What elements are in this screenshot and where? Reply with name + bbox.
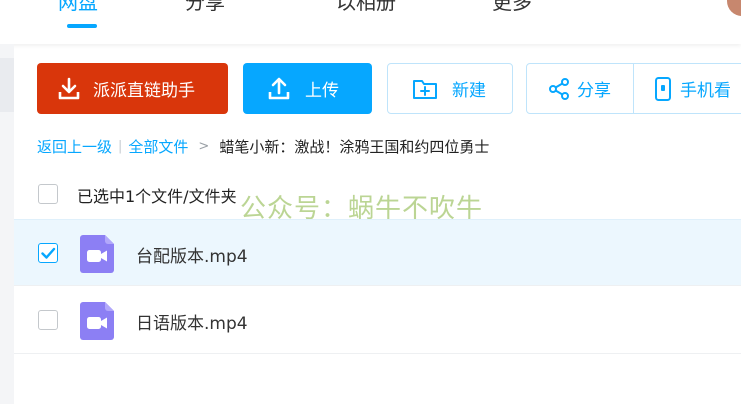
chevron-right-icon: > xyxy=(198,138,210,154)
file-name[interactable]: 日语版本.mp4 xyxy=(136,309,248,334)
file-row[interactable]: 日语版本.mp4 xyxy=(14,287,741,354)
new-folder-button[interactable]: 新建 xyxy=(387,63,513,114)
video-file-icon xyxy=(80,302,114,340)
paipai-direct-link-button[interactable]: 派派直链助手 xyxy=(37,63,228,114)
file-checkbox[interactable] xyxy=(38,310,58,330)
video-file-icon xyxy=(80,235,114,273)
share-icon xyxy=(549,77,569,100)
breadcrumb: 返回上一级 | 全部文件 > 蜡笔小新：激战！涂鸦王国和约四位勇士 xyxy=(37,135,489,157)
select-all-checkbox[interactable] xyxy=(38,184,58,204)
file-checkbox[interactable] xyxy=(38,243,58,263)
sidebar-selected-item[interactable] xyxy=(0,58,14,112)
upload-button[interactable]: 上传 xyxy=(243,63,372,114)
phone-view-button[interactable]: 手机看 xyxy=(633,64,741,113)
all-files-link[interactable]: 全部文件 xyxy=(128,136,188,157)
file-name[interactable]: 台配版本.mp4 xyxy=(136,242,248,267)
active-tab-indicator xyxy=(67,24,97,28)
file-row[interactable]: 台配版本.mp4 xyxy=(14,219,741,286)
checkmark-icon xyxy=(41,247,56,259)
upload-icon xyxy=(268,77,290,99)
sidebar-rail xyxy=(0,44,14,404)
phone-icon xyxy=(655,76,671,101)
tab-more[interactable]: 更多 xyxy=(492,0,532,15)
share-button[interactable]: 分享 xyxy=(527,64,633,113)
file-manager-page: 网盘 分享 以相册 更多 派派直链助手 上传 新建 分享 手机看 返回上一级 |… xyxy=(0,0,741,404)
tab-netdisk[interactable]: 网盘 xyxy=(58,0,98,15)
breadcrumb-divider: | xyxy=(118,138,123,154)
top-nav: 网盘 分享 以相册 更多 xyxy=(0,0,741,44)
new-button-label: 新建 xyxy=(452,81,486,101)
phone-button-label: 手机看 xyxy=(680,81,731,101)
upload-button-label: 上传 xyxy=(305,81,339,101)
folder-add-icon xyxy=(413,79,437,99)
tab-album[interactable]: 以相册 xyxy=(336,0,396,15)
share-button-label: 分享 xyxy=(577,81,611,101)
selection-count: 已选中1个文件/文件夹 xyxy=(77,187,237,206)
avatar[interactable] xyxy=(727,0,741,16)
download-icon xyxy=(58,77,80,99)
back-link[interactable]: 返回上一级 xyxy=(37,136,112,157)
current-folder-title: 蜡笔小新：激战！涂鸦王国和约四位勇士 xyxy=(219,137,490,156)
share-phone-group: 分享 手机看 xyxy=(526,63,741,114)
paipai-button-label: 派派直链助手 xyxy=(93,81,195,101)
tab-share[interactable]: 分享 xyxy=(185,0,225,15)
